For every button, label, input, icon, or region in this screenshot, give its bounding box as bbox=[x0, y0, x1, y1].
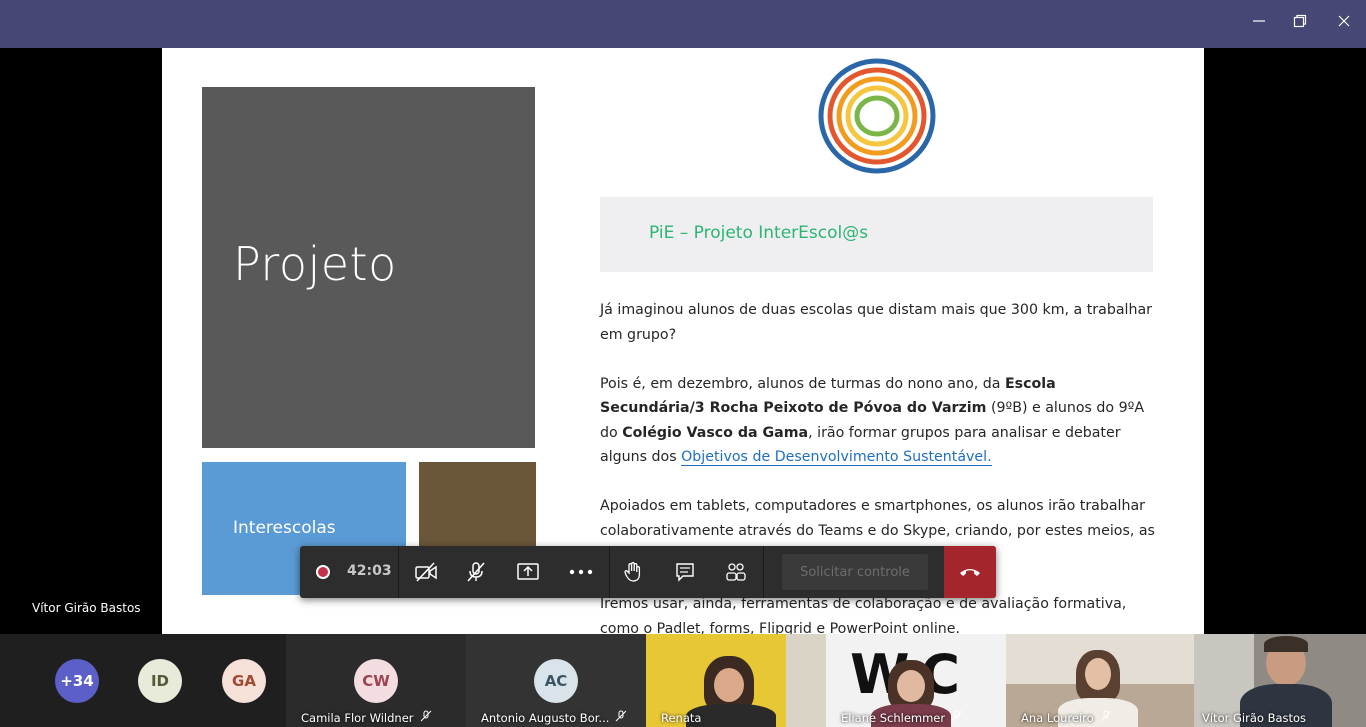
participants-strip: +34 ID GA CW Camila Flor Wildner AC Anto… bbox=[0, 634, 1366, 727]
mic-off-icon bbox=[420, 710, 431, 722]
circles-logo-icon bbox=[818, 58, 936, 174]
title-bar bbox=[0, 0, 1366, 48]
participant-face bbox=[714, 668, 744, 702]
participant-tile-camila[interactable]: CW Camila Flor Wildner bbox=[286, 634, 466, 727]
mic-off-icon bbox=[951, 710, 963, 722]
participants-icon bbox=[726, 563, 746, 581]
school-name-2: Colégio Vasco da Gama bbox=[622, 424, 809, 441]
phone-hangup-icon bbox=[960, 569, 980, 576]
overflow-participants-badge[interactable]: +34 bbox=[55, 659, 99, 703]
recording-indicator-icon bbox=[316, 565, 330, 579]
hand-icon bbox=[624, 562, 641, 582]
separator bbox=[398, 546, 399, 598]
participant-name: Renata bbox=[661, 711, 702, 725]
share-screen-button[interactable] bbox=[506, 546, 550, 598]
participant-name-text: Eliane Schlemmer bbox=[841, 711, 946, 725]
text-span: Pois é, em dezembro, alunos de turmas do… bbox=[600, 375, 1005, 392]
chat-button[interactable] bbox=[663, 546, 707, 598]
avatar: AC bbox=[534, 659, 578, 703]
participant-name: Eliane Schlemmer bbox=[841, 710, 963, 725]
slide-paragraph-2: Pois é, em dezembro, alunos de turmas do… bbox=[600, 372, 1160, 470]
raise-hand-button[interactable] bbox=[611, 546, 655, 598]
minimize-icon[interactable] bbox=[1248, 12, 1270, 34]
participant-name-text: Antonio Augusto Bor... bbox=[481, 711, 610, 725]
participant-hair bbox=[1264, 636, 1308, 652]
avatar[interactable]: ID bbox=[138, 659, 182, 703]
slide-header-title: PiE – Projeto InterEscol@s bbox=[649, 223, 869, 243]
participant-name: Vítor Girão Bastos bbox=[1202, 711, 1307, 725]
meeting-timer: 42:03 bbox=[347, 563, 392, 579]
chat-icon bbox=[676, 563, 694, 582]
mic-off-icon bbox=[467, 562, 485, 582]
slide-paragraph-1: Já imaginou alunos de duas escolas que d… bbox=[600, 302, 1152, 343]
participant-name: Ana Loureiro bbox=[1021, 710, 1112, 725]
mic-mute-button[interactable] bbox=[454, 546, 498, 598]
restore-icon[interactable] bbox=[1289, 12, 1311, 34]
ods-link[interactable]: Objetivos de Desenvolvimento Sustentável… bbox=[681, 449, 992, 466]
more-options-button[interactable] bbox=[559, 546, 603, 598]
participant-name: Camila Flor Wildner bbox=[301, 710, 432, 725]
avatar: CW bbox=[354, 659, 398, 703]
participant-video-ana[interactable]: Ana Loureiro bbox=[1006, 634, 1194, 727]
participant-name: Antonio Augusto Bor... bbox=[481, 710, 627, 725]
participant-video-vitor[interactable]: Vítor Girão Bastos bbox=[1194, 634, 1366, 727]
separator bbox=[763, 546, 764, 598]
avatar[interactable]: GA bbox=[222, 659, 266, 703]
meeting-controls-bar: 42:03 Solicitar controle bbox=[300, 546, 996, 598]
participant-video-eliane[interactable]: W C Eliane Schlemmer bbox=[826, 634, 1006, 727]
request-control-button[interactable]: Solicitar controle bbox=[782, 554, 928, 590]
presenter-name-label: Vítor Girão Bastos bbox=[32, 601, 141, 615]
participant-video-renata[interactable]: Renata bbox=[646, 634, 826, 727]
participant-face bbox=[897, 670, 925, 702]
camera-off-icon bbox=[415, 562, 437, 582]
participants-button[interactable] bbox=[714, 546, 758, 598]
share-screen-icon bbox=[517, 563, 539, 580]
participant-name-text: Camila Flor Wildner bbox=[301, 711, 414, 725]
slide-paragraph-4: Iremos usar, ainda, ferramentas de colab… bbox=[600, 596, 1127, 634]
participant-name-text: Ana Loureiro bbox=[1021, 711, 1094, 725]
video-background bbox=[786, 634, 826, 727]
slide-tile-projeto: Projeto bbox=[202, 87, 535, 448]
separator bbox=[609, 546, 610, 598]
more-icon bbox=[569, 569, 593, 575]
slide-tile-title: Projeto bbox=[233, 237, 397, 291]
mic-off-icon bbox=[616, 710, 627, 722]
mic-off-icon bbox=[1100, 710, 1112, 722]
camera-off-button[interactable] bbox=[404, 546, 448, 598]
slide-tile-label: Interescolas bbox=[233, 518, 336, 538]
participant-face bbox=[1085, 658, 1111, 690]
participant-tile-antonio[interactable]: AC Antonio Augusto Bor... bbox=[466, 634, 646, 727]
slide-header-band: PiE – Projeto InterEscol@s bbox=[600, 197, 1153, 272]
close-icon[interactable] bbox=[1333, 12, 1355, 34]
hang-up-button[interactable] bbox=[944, 546, 996, 598]
